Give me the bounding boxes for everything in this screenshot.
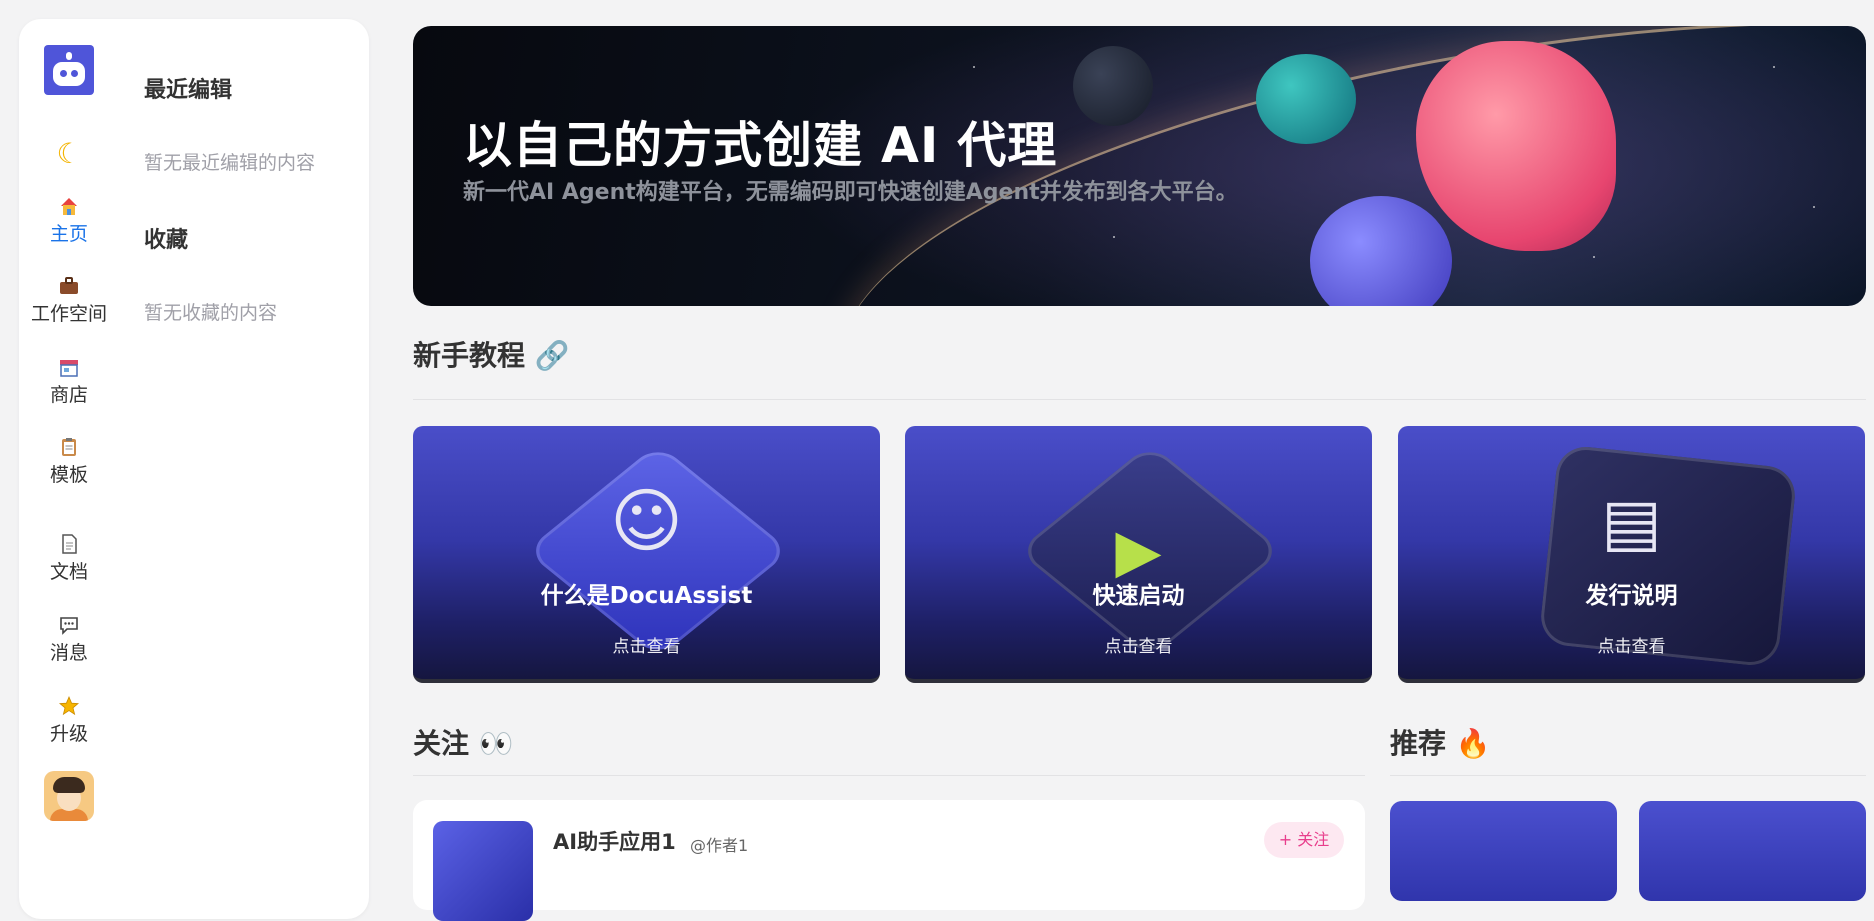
app-name: AI助手应用1 [553, 830, 676, 854]
nav-item-store[interactable]: 商店 [19, 356, 119, 407]
clipboard-icon [58, 436, 80, 458]
nav-item-label: 升级 [49, 723, 88, 745]
favorites-empty: 暂无收藏的内容 [144, 302, 278, 324]
nav-item-label: 文档 [49, 561, 88, 583]
recommended-heading: 推荐 🔥 [1390, 727, 1491, 760]
document-icon: ▤ [1601, 486, 1662, 560]
home-icon [58, 195, 80, 217]
nav-item-label: 商店 [49, 384, 88, 406]
divider [413, 775, 1365, 776]
sidebar: ☾ 主页 工作空间 商店 模板 文档 消息 升级 最近编辑 暂无最近编辑的内容 … [19, 19, 369, 919]
nav-item-label: 工作空间 [30, 303, 107, 325]
tutorial-card-release-notes[interactable]: ▤ 发行说明 点击查看 [1398, 426, 1865, 683]
hero-banner: 以自己的方式创建 AI 代理 新一代AI Agent构建平台，无需编码即可快速创… [413, 26, 1866, 306]
nav-item-upgrade[interactable]: 升级 [19, 695, 119, 746]
tutorials-heading: 新手教程 🔗 [413, 339, 570, 372]
briefcase-icon [58, 275, 80, 297]
recent-edits-heading: 最近编辑 [144, 78, 233, 103]
app-author[interactable]: @作者1 [690, 832, 748, 856]
teal-ghost-decoration [1256, 54, 1356, 144]
app-thumbnail [433, 821, 533, 921]
nav-item-messages[interactable]: 消息 [19, 614, 119, 665]
dark-mode-toggle-icon[interactable]: ☾ [19, 137, 119, 170]
nav-item-label: 主页 [49, 223, 88, 245]
tutorial-card-quickstart[interactable]: ▶ 快速启动 点击查看 [905, 426, 1372, 683]
tutorial-card-title: 发行说明 [1585, 583, 1678, 609]
tutorial-card-title: 快速启动 [1092, 583, 1185, 609]
nav-item-workspace[interactable]: 工作空间 [19, 275, 119, 326]
banner-subtitle: 新一代AI Agent构建平台，无需编码即可快速创建Agent并发布到各大平台。 [463, 180, 1238, 205]
nav-item-docs[interactable]: 文档 [19, 533, 119, 584]
banner-title: 以自己的方式创建 AI 代理 [463, 117, 1058, 174]
nav-item-templates[interactable]: 模板 [19, 436, 119, 487]
message-icon [58, 614, 80, 636]
favorites-heading: 收藏 [144, 228, 189, 253]
following-heading: 关注 👀 [413, 727, 514, 760]
planet-decoration [1073, 46, 1153, 126]
follow-button[interactable]: + 关注 [1264, 822, 1344, 858]
nav-rail: ☾ 主页 工作空间 商店 模板 文档 消息 升级 [19, 19, 119, 919]
divider [413, 399, 1866, 400]
tutorial-card-action[interactable]: 点击查看 [1398, 632, 1865, 657]
divider [1390, 775, 1866, 776]
nav-item-label: 模板 [49, 464, 88, 486]
document-icon [58, 533, 80, 555]
nav-item-home[interactable]: 主页 [19, 195, 119, 246]
recommended-card[interactable] [1390, 801, 1617, 901]
app-logo-icon[interactable] [44, 45, 94, 95]
tutorial-card-what-is[interactable]: ☺ 什么是DocuAssist 点击查看 [413, 426, 880, 683]
avatar[interactable] [44, 771, 94, 821]
recent-edits-empty: 暂无最近编辑的内容 [144, 152, 316, 174]
tutorial-card-title: 什么是DocuAssist [540, 583, 753, 609]
tutorial-card-action[interactable]: 点击查看 [905, 632, 1372, 657]
tutorial-card-action[interactable]: 点击查看 [413, 632, 880, 657]
ghost-icon: ☺ [610, 480, 683, 562]
star-icon [58, 695, 80, 717]
recommended-card[interactable] [1639, 801, 1866, 901]
store-icon [58, 356, 80, 378]
following-app-card[interactable]: AI助手应用1 @作者1 + 关注 [413, 800, 1365, 921]
nav-item-label: 消息 [49, 642, 88, 664]
